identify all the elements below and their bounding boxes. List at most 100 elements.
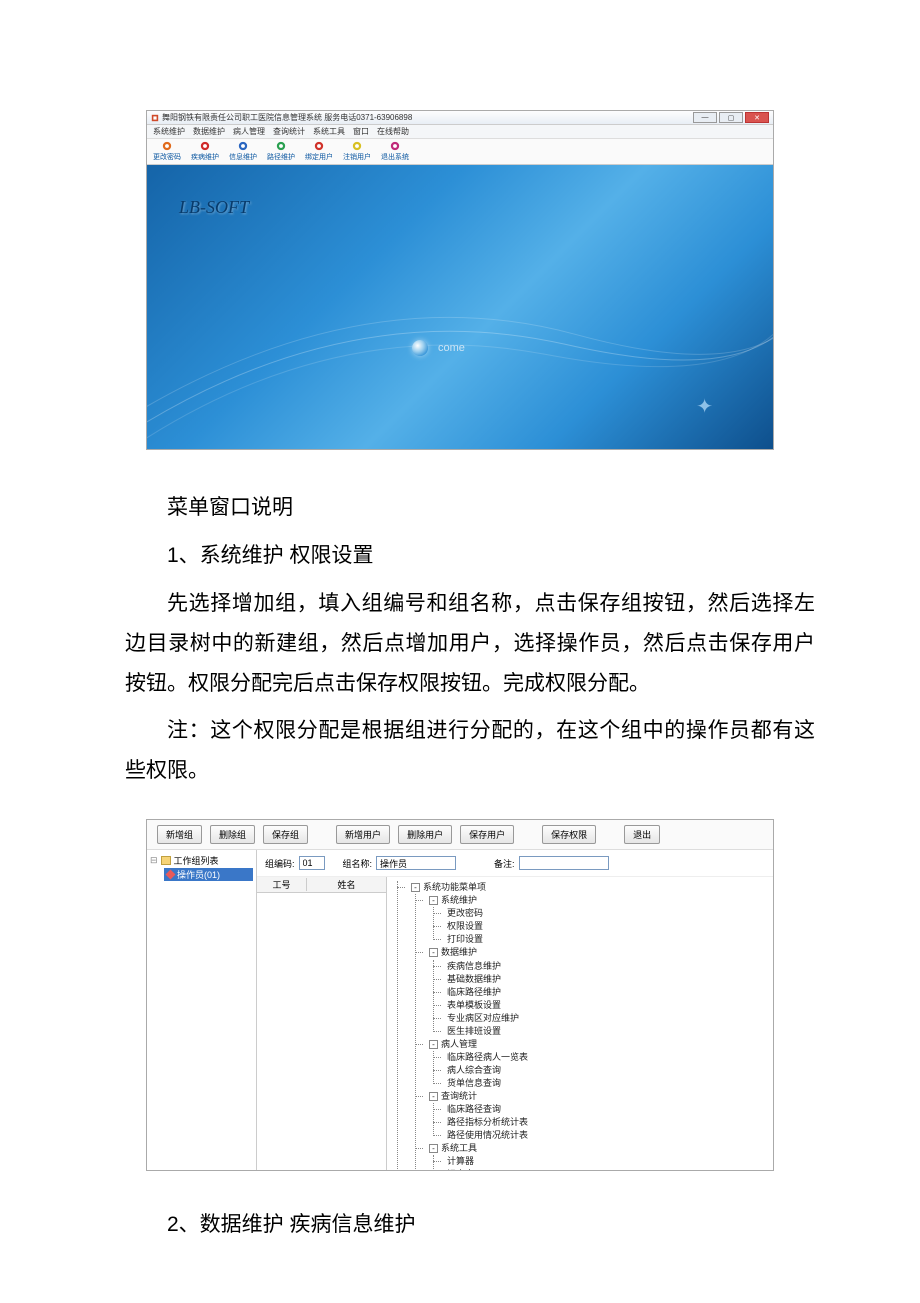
lock-icon (161, 141, 173, 151)
orb-icon (412, 340, 428, 356)
menu-item[interactable]: 在线帮助 (377, 126, 409, 137)
collapse-icon[interactable]: ⊟ (150, 855, 158, 866)
section1-para1: 先选择增加组，填入组编号和组名称，点击保存组按钮，然后选择左边目录树中的新建组，… (125, 584, 815, 704)
user-icon (351, 141, 363, 151)
perm-root[interactable]: -系统功能菜单项-系统维护更改密码权限设置打印设置-数据维护疾病信息维护基础数据… (407, 881, 767, 1170)
menu-item[interactable]: 查询统计 (273, 126, 305, 137)
perm-item[interactable]: 计算器 (443, 1155, 767, 1168)
permission-toolbar: 新增组 删除组 保存组 新增用户 删除用户 保存用户 保存权限 退出 (147, 820, 773, 850)
perm-item[interactable]: 路径指标分析统计表 (443, 1116, 767, 1129)
come-text: come (438, 342, 465, 354)
perm-item[interactable]: 临床路径维护 (443, 986, 767, 999)
perm-item[interactable]: 更改密码 (443, 907, 767, 920)
delete-group-button[interactable]: 删除组 (210, 825, 255, 844)
collapse-icon[interactable]: - (429, 1092, 438, 1101)
minimize-button[interactable]: — (693, 112, 717, 123)
link-button[interactable]: 绑定用户 (305, 141, 333, 162)
save-group-button[interactable]: 保存组 (263, 825, 308, 844)
perm-item[interactable]: 表单模板设置 (443, 999, 767, 1012)
code-label: 组编码: (265, 857, 295, 870)
titlebar: 舞阳钢铁有限责任公司职工医院信息管理系统 服务电话0371-63906898 —… (147, 111, 773, 125)
perm-group[interactable]: -系统维护更改密码权限设置打印设置 (425, 894, 767, 946)
perm-group[interactable]: -数据维护疾病信息维护基础数据维护临床路径维护表单模板设置专业病区对应维护医生排… (425, 946, 767, 1037)
menu-item[interactable]: 窗口 (353, 126, 369, 137)
perm-group[interactable]: -病人管理临床路径病人一览表病人综合查询货单信息查询 (425, 1038, 767, 1090)
lock-button[interactable]: 更改密码 (153, 141, 181, 162)
group-root-label: 工作组列表 (174, 854, 219, 867)
name-label: 组名称: (343, 857, 373, 870)
exit-icon (389, 141, 401, 151)
desktop-area: LB-SOFT come ✦ (147, 165, 773, 449)
col-name: 姓名 (307, 878, 386, 891)
info-icon (237, 141, 249, 151)
app-window-screenshot: 舞阳钢铁有限责任公司职工医院信息管理系统 服务电话0371-63906898 —… (146, 110, 774, 450)
center-label: come (412, 340, 465, 356)
sparkle-icon: ✦ (696, 394, 713, 419)
group-tree-root[interactable]: ⊟ 工作组列表 (150, 854, 253, 867)
brand-watermark: LB-SOFT (179, 197, 249, 218)
perm-item[interactable]: 路径使用情况统计表 (443, 1129, 767, 1142)
section2-title: 2、数据维护 疾病信息维护 (125, 1205, 815, 1245)
exit-button[interactable]: 退出 (624, 825, 660, 844)
collapse-icon[interactable]: - (429, 948, 438, 957)
save-permission-button[interactable]: 保存权限 (542, 825, 596, 844)
tool-label: 绑定用户 (305, 152, 333, 162)
user-list-header: 工号 姓名 (257, 877, 386, 893)
new-group-button[interactable]: 新增组 (157, 825, 202, 844)
perm-item[interactable]: 专业病区对应维护 (443, 1012, 767, 1025)
perm-item[interactable]: 基础数据维护 (443, 973, 767, 986)
menu-item[interactable]: 系统维护 (153, 126, 185, 137)
perm-item[interactable]: 打印设置 (443, 933, 767, 946)
tool-label: 疾病维护 (191, 152, 219, 162)
compass-icon (275, 141, 287, 151)
perm-item[interactable]: 货单信息查询 (443, 1077, 767, 1090)
code-input[interactable] (299, 856, 325, 870)
group-tree-panel: ⊟ 工作组列表 操作员(01) (147, 850, 257, 1170)
collapse-icon[interactable]: - (411, 883, 420, 892)
app-icon (151, 114, 159, 122)
heart-icon (199, 141, 211, 151)
menu-item[interactable]: 数据维护 (193, 126, 225, 137)
collapse-icon[interactable]: - (429, 896, 438, 905)
collapse-icon[interactable]: - (429, 1040, 438, 1049)
perm-group[interactable]: -系统工具计算器记事本 (425, 1142, 767, 1170)
group-form: 组编码: 组名称: 备注: (257, 850, 773, 877)
col-id: 工号 (257, 878, 307, 891)
perm-item[interactable]: 医生排班设置 (443, 1025, 767, 1038)
new-user-button[interactable]: 新增用户 (336, 825, 390, 844)
tool-label: 退出系统 (381, 152, 409, 162)
folder-icon (161, 856, 171, 865)
diamond-icon (166, 870, 176, 880)
collapse-icon[interactable]: - (429, 1144, 438, 1153)
info-button[interactable]: 信息维护 (229, 141, 257, 162)
perm-item[interactable]: 疾病信息维护 (443, 960, 767, 973)
menu-item[interactable]: 系统工具 (313, 126, 345, 137)
tool-label: 信息维护 (229, 152, 257, 162)
perm-item[interactable]: 临床路径查询 (443, 1103, 767, 1116)
perm-group[interactable]: -查询统计临床路径查询路径指标分析统计表路径使用情况统计表 (425, 1090, 767, 1142)
group-tree-selected[interactable]: 操作员(01) (164, 868, 253, 881)
tool-label: 更改密码 (153, 152, 181, 162)
heart-button[interactable]: 疾病维护 (191, 141, 219, 162)
perm-item[interactable]: 权限设置 (443, 920, 767, 933)
section1-title: 1、系统维护 权限设置 (125, 536, 815, 576)
document-body: 菜单窗口说明 1、系统维护 权限设置 先选择增加组，填入组编号和组名称，点击保存… (15, 470, 905, 809)
section1-para2: 注：这个权限分配是根据组进行分配的，在这个组中的操作员都有这些权限。 (125, 711, 815, 791)
name-input[interactable] (376, 856, 456, 870)
user-button[interactable]: 注销用户 (343, 141, 371, 162)
toolbar: 更改密码疾病维护信息维护路径维护绑定用户注销用户退出系统 (147, 139, 773, 165)
group-selected-label: 操作员(01) (177, 868, 220, 881)
save-user-button[interactable]: 保存用户 (460, 825, 514, 844)
close-button[interactable]: ✕ (745, 112, 769, 123)
permission-tree: -系统功能菜单项-系统维护更改密码权限设置打印设置-数据维护疾病信息维护基础数据… (387, 877, 773, 1170)
perm-item[interactable]: 病人综合查询 (443, 1064, 767, 1077)
menu-item[interactable]: 病人管理 (233, 126, 265, 137)
compass-button[interactable]: 路径维护 (267, 141, 295, 162)
note-input[interactable] (519, 856, 609, 870)
maximize-button[interactable]: ▢ (719, 112, 743, 123)
delete-user-button[interactable]: 删除用户 (398, 825, 452, 844)
exit-button[interactable]: 退出系统 (381, 141, 409, 162)
perm-item[interactable]: 临床路径病人一览表 (443, 1051, 767, 1064)
permission-screen-screenshot: 新增组 删除组 保存组 新增用户 删除用户 保存用户 保存权限 退出 ⊟ 工作组… (146, 819, 774, 1171)
perm-item[interactable]: 记事本 (443, 1168, 767, 1170)
